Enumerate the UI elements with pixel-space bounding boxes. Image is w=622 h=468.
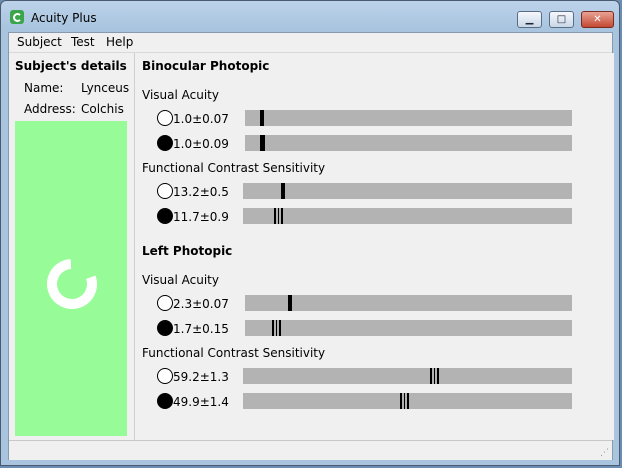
section-title-binocular: Binocular Photopic: [142, 59, 270, 73]
result-marker: [430, 368, 439, 384]
window-title: Acuity Plus: [31, 11, 97, 25]
subject-details-heading: Subject's details: [15, 59, 127, 73]
acuity-logo-icon: [47, 259, 97, 309]
name-label: Name:: [24, 81, 64, 95]
address-value: Colchis: [81, 102, 124, 116]
app-logo-icon: [10, 10, 24, 24]
open-eye-icon: [157, 368, 173, 384]
test-label-visual-acuity: Visual Acuity: [142, 273, 219, 287]
result-value: 13.2±0.5: [173, 185, 229, 199]
result-bar: [243, 393, 572, 409]
filled-eye-icon: [157, 208, 173, 224]
result-marker: [288, 295, 292, 311]
filled-eye-icon: [157, 135, 173, 151]
result-value: 1.7±0.15: [173, 322, 229, 336]
result-value: 11.7±0.9: [173, 210, 229, 224]
menu-help[interactable]: Help: [106, 35, 133, 49]
result-marker: [400, 393, 409, 409]
filled-eye-icon: [157, 393, 173, 409]
section-title-left: Left Photopic: [142, 244, 233, 258]
open-eye-icon: [157, 295, 173, 311]
open-eye-icon: [157, 183, 173, 199]
menu-test[interactable]: Test: [71, 35, 95, 49]
test-label-contrast-sensitivity: Functional Contrast Sensitivity: [142, 346, 326, 360]
client-area: Subject Test Help Subject's details Name…: [8, 32, 614, 460]
result-value: 59.2±1.3: [173, 370, 229, 384]
result-marker: [272, 320, 281, 336]
menu-subject[interactable]: Subject: [17, 35, 62, 49]
subject-panel: Subject's details Name: Lynceus Address:…: [9, 53, 135, 440]
result-marker: [260, 135, 265, 151]
result-marker: [274, 208, 283, 224]
close-button[interactable]: ✕: [581, 11, 614, 28]
test-label-visual-acuity: Visual Acuity: [142, 88, 219, 102]
address-label: Address:: [24, 102, 76, 116]
result-value: 1.0±0.09: [173, 137, 229, 151]
menu-bar: Subject Test Help: [9, 33, 612, 53]
subject-photo-area: [15, 121, 127, 436]
maximize-button[interactable]: □: [549, 11, 574, 28]
result-marker: [281, 183, 285, 199]
result-bar: [245, 135, 572, 151]
title-bar[interactable]: Acuity Plus ▁ □ ✕: [1, 1, 619, 31]
filled-eye-icon: [157, 320, 173, 336]
result-bar: [243, 368, 572, 384]
minimize-button[interactable]: ▁: [517, 11, 542, 28]
test-label-contrast-sensitivity: Functional Contrast Sensitivity: [142, 161, 326, 175]
result-marker: [260, 110, 264, 126]
resize-grip-icon[interactable]: ⋰: [600, 448, 610, 458]
name-value: Lynceus: [81, 81, 130, 95]
result-value: 1.0±0.07: [173, 112, 229, 126]
result-bar: [243, 183, 572, 199]
result-value: 2.3±0.07: [173, 297, 229, 311]
open-eye-icon: [157, 110, 173, 126]
result-value: 49.9±1.4: [173, 395, 229, 409]
app-window: Acuity Plus ▁ □ ✕ Subject Test Help Subj…: [0, 0, 620, 466]
status-bar: ⋰: [9, 440, 612, 460]
result-bar: [245, 295, 572, 311]
result-bar: [243, 208, 572, 224]
results-panel: Binocular Photopic Visual Acuity 1.0±0.0…: [135, 53, 614, 440]
result-bar: [245, 110, 572, 126]
result-bar: [245, 320, 572, 336]
